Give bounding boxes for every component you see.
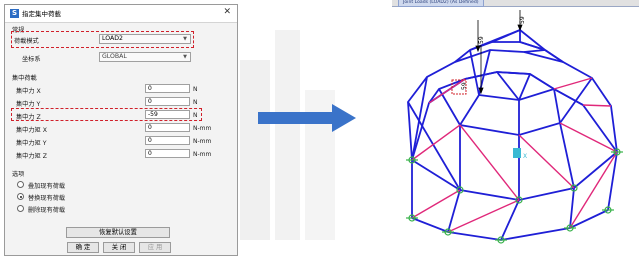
load-value-label-3: 59 (461, 82, 468, 90)
moment-x-unit: N-mm (193, 125, 212, 132)
option-replace-existing-label: 替换现有荷载 (28, 195, 66, 202)
force-x-label: 集中力 X (16, 88, 41, 95)
moment-z-input[interactable]: 0 (145, 149, 190, 158)
moment-z-label: 集中力矩 Z (16, 153, 47, 160)
concentrated-load-section-label: 集中荷載 (12, 75, 37, 82)
dialog-titlebar: S 指定集中荷載 ✕ (5, 5, 237, 23)
highlight-force-z (11, 108, 202, 121)
apply-button[interactable]: 应 用 (139, 242, 171, 253)
axis-triad-icon (513, 148, 521, 158)
moment-x-label: 集中力矩 X (16, 127, 47, 134)
moment-y-unit: N-mm (193, 138, 212, 145)
moment-y-label: 集中力矩 Y (16, 140, 47, 147)
radio-delete-existing[interactable] (17, 205, 24, 212)
assign-joint-load-dialog: S 指定集中荷載 ✕ 常规 荷載模式 LOAD2 ▼ 坐标系 GLOBAL ▼ … (4, 4, 238, 256)
reset-defaults-button[interactable]: 恢复默认设置 (66, 227, 170, 238)
axis-label: X (523, 153, 527, 160)
ok-button[interactable]: 确 定 (67, 242, 99, 253)
moment-y-input[interactable]: 0 (145, 136, 190, 145)
moment-z-unit: N-mm (193, 151, 212, 158)
coord-system-label: 坐标系 (22, 56, 41, 63)
coord-system-value: GLOBAL (102, 53, 127, 60)
load-value-label: 59 (519, 16, 526, 24)
radio-add-existing[interactable] (17, 181, 24, 188)
force-y-unit: N (193, 99, 198, 106)
app-icon: S (10, 9, 19, 18)
coord-system-select[interactable]: GLOBAL ▼ (99, 52, 191, 62)
option-delete-existing-label: 删除现有荷载 (28, 207, 66, 214)
force-y-label: 集中力 Y (16, 101, 41, 108)
moment-x-input[interactable]: 0 (145, 123, 190, 132)
highlight-load-pattern (11, 31, 194, 48)
force-y-input[interactable]: 0 (145, 97, 190, 106)
close-button[interactable]: 关 闭 (103, 242, 135, 253)
load-value-label-2: 59 (478, 36, 485, 44)
force-x-input[interactable]: 0 (145, 84, 190, 93)
radio-replace-existing[interactable] (17, 193, 24, 200)
dome-frame (407, 28, 618, 241)
dialog-title: 指定集中荷載 (22, 10, 61, 18)
force-x-unit: N (193, 86, 198, 93)
arrow-right-icon (258, 104, 356, 132)
chevron-down-icon: ▼ (183, 54, 187, 60)
dome-model-drawing: 59 59 59 X (406, 10, 623, 244)
option-add-existing-label: 叠加现有荷载 (28, 183, 66, 190)
close-icon[interactable]: ✕ (223, 7, 231, 17)
options-section-label: 选项 (12, 171, 25, 178)
